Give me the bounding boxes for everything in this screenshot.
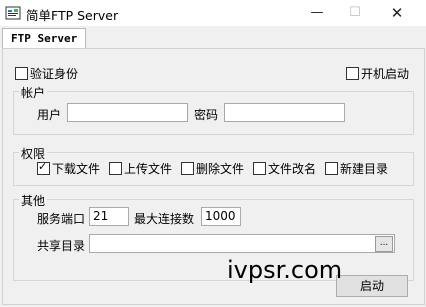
perm-upload-label: 上传文件 [124, 162, 173, 176]
close-button[interactable]: ✕ [380, 0, 414, 26]
tab-panel: 验证身份 开机启动 帐户 用户 密码 权限 下载文件 上传文件 删除文件 文件改… [2, 48, 425, 305]
perm-rename-checkbox[interactable] [253, 162, 266, 175]
password-label: 密码 [194, 108, 219, 122]
perm-delete-checkbox[interactable] [181, 162, 194, 175]
verify-identity-checkbox[interactable] [15, 67, 28, 80]
account-legend: 帐户 [19, 84, 48, 101]
shared-dir-label: 共享目录 [37, 239, 86, 253]
port-input[interactable]: 21 [89, 207, 129, 226]
title-bar: 简单FTP Server — ☐ ✕ [0, 0, 426, 26]
perm-download-checkbox[interactable] [37, 160, 50, 175]
max-connections-input[interactable]: 1000 [201, 207, 241, 226]
tab-ftp-server[interactable]: FTP Server [2, 28, 87, 49]
perm-rename-label: 文件改名 [268, 162, 317, 176]
user-label: 用户 [37, 108, 62, 122]
max-connections-label: 最大连接数 [134, 212, 195, 226]
start-button[interactable]: 启动 [336, 275, 408, 297]
perm-mkdir-label: 新建目录 [340, 162, 389, 176]
maximize-button[interactable]: ☐ [338, 0, 372, 26]
shared-dir-input[interactable] [89, 234, 395, 253]
minimize-button[interactable]: — [300, 0, 334, 26]
window-title: 简单FTP Server [26, 8, 119, 23]
perm-upload-checkbox[interactable] [109, 162, 122, 175]
port-label: 服务端口 [37, 212, 86, 226]
verify-identity-label: 验证身份 [30, 67, 79, 81]
other-legend: 其他 [19, 192, 48, 209]
watermark-text: ivpsr.com [227, 256, 343, 284]
perm-delete-label: 删除文件 [196, 162, 245, 176]
app-icon [5, 6, 21, 20]
perm-mkdir-checkbox[interactable] [325, 162, 338, 175]
password-input[interactable] [224, 103, 345, 122]
perm-download-label: 下载文件 [52, 162, 101, 176]
window-client: FTP Server 验证身份 开机启动 帐户 用户 密码 权限 下载文件 上传… [0, 26, 426, 307]
startup-checkbox[interactable] [346, 67, 359, 80]
startup-label: 开机启动 [361, 67, 410, 81]
user-input[interactable] [67, 103, 188, 122]
browse-button[interactable]: ... [375, 236, 393, 252]
